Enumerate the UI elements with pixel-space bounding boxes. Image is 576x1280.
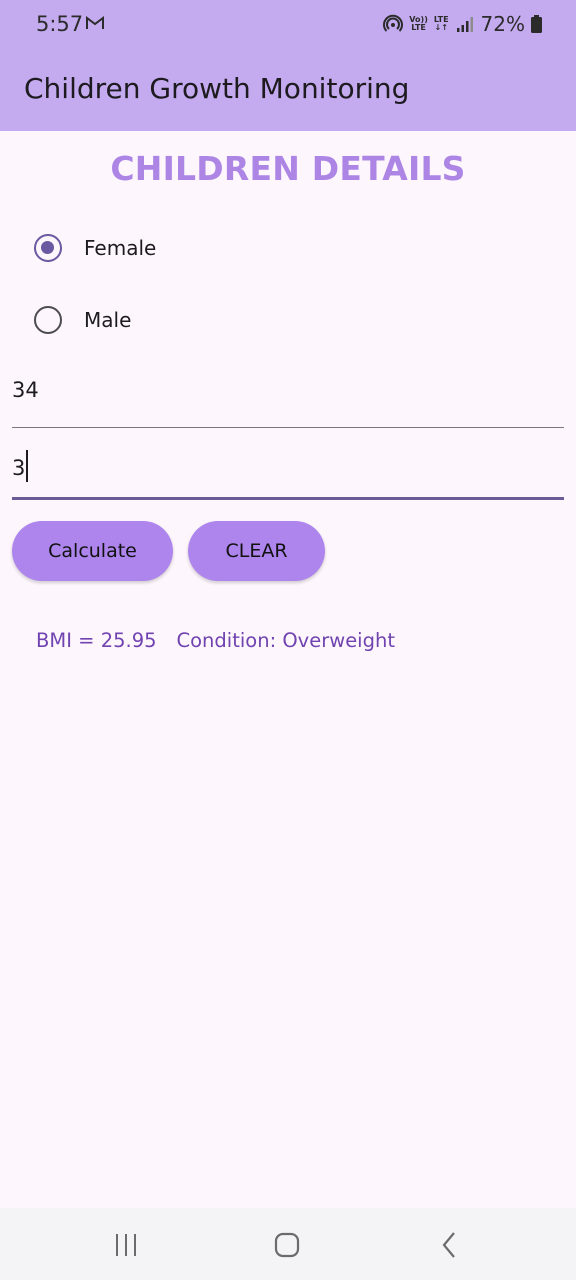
radio-option-male[interactable]: Male: [34, 306, 131, 334]
status-bar: 5:57 Vo)) LTE LTE ↓↑ 72%: [0, 0, 576, 50]
first-input-field[interactable]: 34: [12, 368, 564, 428]
system-nav-bar: [0, 1208, 576, 1280]
second-input-value: 3: [12, 456, 26, 480]
calculate-button[interactable]: Calculate: [12, 521, 173, 581]
volte-bottom-label: LTE: [411, 23, 426, 32]
radio-selected-icon[interactable]: [34, 234, 62, 262]
app-bar: 5:57 Vo)) LTE LTE ↓↑ 72% Children Growth…: [0, 0, 576, 131]
back-icon[interactable]: [435, 1230, 465, 1260]
recent-apps-icon[interactable]: [111, 1230, 141, 1260]
radio-label-male: Male: [84, 308, 132, 332]
second-input-text: 3: [12, 450, 29, 482]
gmail-icon: [86, 16, 104, 29]
radio-label-female: Female: [84, 236, 157, 260]
first-input-value: 34: [12, 378, 39, 402]
result-text: BMI = 25.95 Condition: Overweight: [36, 629, 395, 652]
page-heading: CHILDREN DETAILS: [110, 149, 466, 188]
clear-button[interactable]: CLEAR: [188, 521, 325, 581]
second-input-field[interactable]: 3: [12, 440, 564, 500]
signal-icon: [456, 17, 473, 32]
second-input-underline: [12, 497, 564, 500]
battery-icon: [531, 15, 542, 33]
status-time: 5:57: [36, 12, 84, 36]
battery-percent: 72%: [480, 12, 525, 36]
volte-icon: Vo)) LTE: [409, 16, 428, 32]
data-arrows-icon: ↓↑: [434, 23, 448, 32]
text-cursor: [26, 450, 29, 482]
status-icons: Vo)) LTE LTE ↓↑ 72%: [383, 12, 542, 36]
home-icon[interactable]: [272, 1230, 302, 1260]
bmi-result: BMI = 25.95: [36, 629, 157, 652]
radio-option-female[interactable]: Female: [34, 234, 156, 262]
radio-unselected-icon[interactable]: [34, 306, 62, 334]
hotspot-icon: [383, 14, 404, 32]
first-input-underline: [12, 426, 564, 428]
app-title: Children Growth Monitoring: [24, 72, 410, 105]
lte-data-icon: LTE ↓↑: [434, 16, 449, 32]
condition-result: Condition: Overweight: [176, 629, 395, 652]
